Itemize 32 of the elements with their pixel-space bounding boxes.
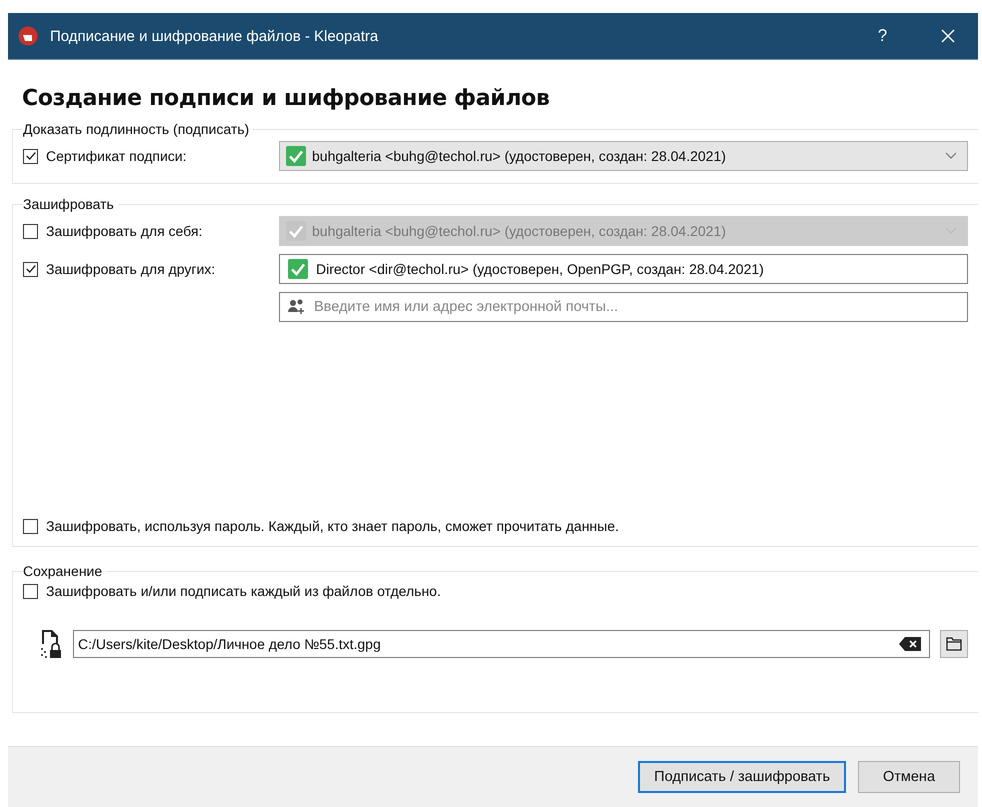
- dialog-heading: Создание подписи и шифрование файлов: [22, 86, 551, 111]
- group-title: Доказать подлинность (подписать): [23, 121, 250, 137]
- clear-icon[interactable]: [899, 637, 921, 651]
- checkbox[interactable]: [23, 148, 38, 164]
- group-title: Сохранение: [23, 563, 104, 579]
- group-title: Зашифровать: [23, 196, 115, 212]
- recipient-search-field[interactable]: Введите имя или адрес электронной почты...: [279, 292, 968, 322]
- checkbox-label: Зашифровать для других:: [46, 261, 216, 277]
- checkbox[interactable]: [23, 262, 38, 276]
- checkbox-label: Зашифровать и/или подписать каждый из файлов отдельно.: [46, 583, 441, 599]
- window-title: Подписание и шифрование файлов - Kleopatra: [50, 28, 378, 44]
- checkbox-label: Сертификат подписи:: [46, 148, 186, 164]
- app-logo-icon: [18, 26, 38, 46]
- browse-folder-button[interactable]: [940, 630, 968, 658]
- chevron-down-icon: [945, 152, 957, 160]
- check-mark-icon: [286, 221, 306, 241]
- recipient-field[interactable]: Director <dir@techol.ru> (удостоверен, OpenPGP, создан: 28.04.2021): [279, 254, 968, 284]
- output-path-field[interactable]: C:/Users/kite/Desktop/Личное дело №55.txt.gpg: [73, 630, 930, 658]
- add-user-icon: [288, 299, 306, 315]
- dialog-button[interactable]: Подписать / зашифровать: [638, 761, 846, 793]
- checkbox[interactable]: [23, 518, 38, 534]
- locked-file-icon: [39, 629, 63, 659]
- checkbox-label: Зашифровать для себя:: [46, 223, 202, 239]
- folder-icon: [946, 637, 962, 651]
- check-mark-icon: [288, 259, 308, 279]
- certificate-dropdown[interactable]: buhgalteria <buhg@techol.ru> (удостоверен, создан: 28.04.2021): [279, 141, 968, 171]
- check-mark-icon: [286, 146, 306, 166]
- checkbox[interactable]: [23, 584, 38, 598]
- checkbox-label: Зашифровать, используя пароль. Каждый, кто знает пароль, сможет прочитать данные.: [46, 518, 619, 534]
- close-icon: [940, 28, 956, 44]
- dialog-button[interactable]: Отмена: [858, 761, 960, 793]
- help-button[interactable]: ?: [860, 16, 905, 56]
